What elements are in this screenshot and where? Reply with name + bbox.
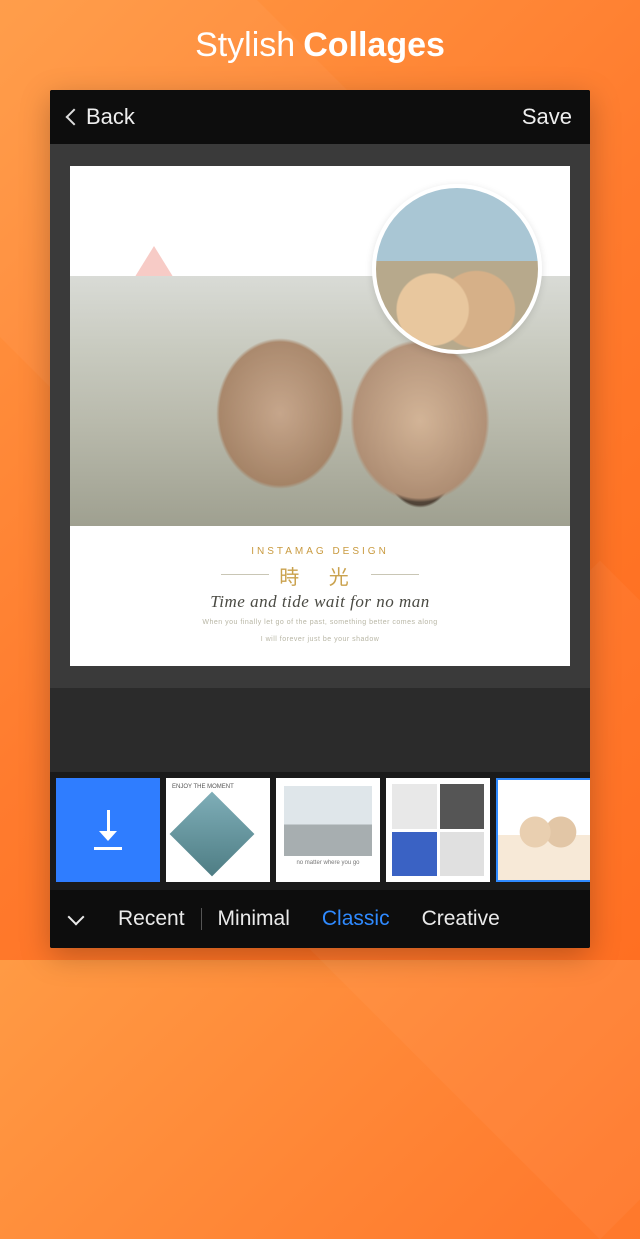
circle-photo-slot[interactable] xyxy=(372,184,542,354)
photo-placeholder xyxy=(516,808,580,848)
collage-canvas[interactable]: INSTAMAG DESIGN 時 光 Time and tide wait f… xyxy=(70,166,570,666)
template-caption: ENJOY THE MOMENT xyxy=(172,784,234,791)
photo-placeholder xyxy=(284,786,372,856)
marketing-title-light: Stylish xyxy=(195,26,295,65)
badge-brand: INSTAMAG DESIGN xyxy=(70,546,570,557)
chevron-left-icon xyxy=(66,109,83,126)
category-collapse-button[interactable] xyxy=(50,890,102,948)
badge-subtext2: I will forever just be your shadow xyxy=(70,635,570,646)
save-button[interactable]: Save xyxy=(522,104,572,130)
save-label: Save xyxy=(522,104,572,129)
category-minimal[interactable]: Minimal xyxy=(202,907,306,931)
badge-subtext1: When you finally let go of the past, som… xyxy=(70,618,570,629)
divider-right xyxy=(371,574,419,575)
template-caption: no matter where you go xyxy=(276,860,380,866)
spacer xyxy=(50,688,590,772)
template-strip[interactable]: ENJOY THE MOMENT no matter where you go xyxy=(50,772,590,890)
back-button[interactable]: Back xyxy=(68,104,135,130)
template-item[interactable] xyxy=(386,778,490,882)
template-item[interactable]: no matter where you go xyxy=(276,778,380,882)
text-badge[interactable]: INSTAMAG DESIGN 時 光 Time and tide wait f… xyxy=(70,546,570,645)
template-item-selected[interactable] xyxy=(496,778,590,882)
category-creative[interactable]: Creative xyxy=(406,907,516,931)
category-recent[interactable]: Recent xyxy=(102,907,201,931)
divider-left xyxy=(221,574,269,575)
category-scroll[interactable]: Recent Minimal Classic Creative xyxy=(102,907,590,931)
badge-cjk: 時 光 xyxy=(279,561,361,590)
grid-icon xyxy=(392,784,484,876)
category-bar: Recent Minimal Classic Creative xyxy=(50,890,590,948)
diamond-icon xyxy=(170,792,255,877)
marketing-headline: Stylish Collages xyxy=(0,0,640,90)
app-screen: Back Save INSTAMAG DESIGN 時 光 Time and t… xyxy=(50,90,590,948)
template-item[interactable]: ENJOY THE MOMENT xyxy=(166,778,270,882)
category-classic[interactable]: Classic xyxy=(306,907,406,931)
download-icon xyxy=(94,810,122,850)
badge-caption: Time and tide wait for no man xyxy=(70,592,570,612)
back-label: Back xyxy=(86,104,135,130)
canvas-area: INSTAMAG DESIGN 時 光 Time and tide wait f… xyxy=(50,144,590,688)
app-header: Back Save xyxy=(50,90,590,144)
marketing-title-bold: Collages xyxy=(303,26,445,65)
template-download-more[interactable] xyxy=(56,778,160,882)
chevron-down-icon xyxy=(68,908,85,925)
